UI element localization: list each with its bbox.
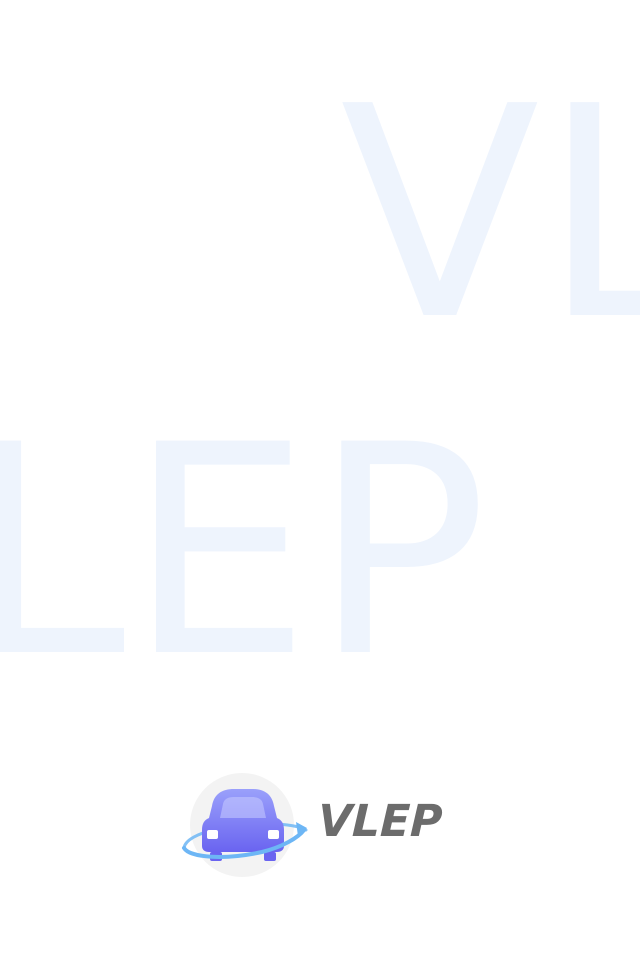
brand-wordmark: VLEP	[317, 796, 444, 847]
splash-screen: VL LEP VLEP	[0, 0, 640, 960]
car-orbit-icon	[182, 773, 308, 877]
app-logo: VLEP	[176, 772, 466, 882]
background-watermark-line-1: VL	[340, 44, 640, 384]
background-watermark-line-2: LEP	[0, 384, 490, 721]
